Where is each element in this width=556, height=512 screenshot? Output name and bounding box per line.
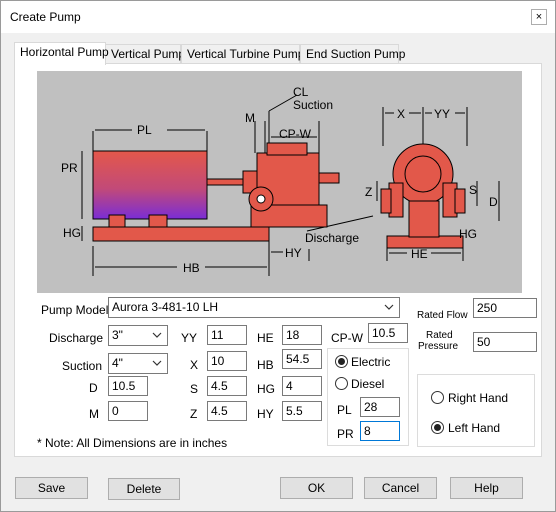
right-hand-radio[interactable] xyxy=(431,391,444,404)
diagram-label-hg-right: HG xyxy=(459,227,477,241)
diagram-label-m: M xyxy=(245,111,255,125)
discharge-label: Discharge xyxy=(49,331,104,345)
cancel-button[interactable]: Cancel xyxy=(364,477,437,499)
chevron-down-icon xyxy=(152,360,162,366)
diagram-label-z: Z xyxy=(365,185,373,199)
he-label: HE xyxy=(257,331,274,345)
diagram-label-hg-left: HG xyxy=(63,226,81,240)
diesel-label: Diesel xyxy=(351,377,385,391)
diagram-label-hy: HY xyxy=(285,246,302,260)
close-button[interactable]: × xyxy=(531,9,547,25)
help-button[interactable]: Help xyxy=(450,477,523,499)
rated-pressure-label-2: Pressure xyxy=(418,341,459,352)
d-label: D xyxy=(89,381,98,395)
pr-input[interactable]: 8 xyxy=(360,421,400,441)
dimensions-note: * Note: All Dimensions are in inches xyxy=(37,436,228,450)
pl-label: PL xyxy=(337,403,352,417)
x-label: X xyxy=(190,358,199,372)
tab-vertical-turbine-pump[interactable]: Vertical Turbine Pump xyxy=(181,44,304,64)
hand-group xyxy=(417,374,535,447)
rated-flow-input[interactable]: 250 xyxy=(473,298,537,318)
delete-button[interactable]: Delete xyxy=(108,478,180,500)
x-input[interactable]: 10 xyxy=(207,351,247,371)
save-button[interactable]: Save xyxy=(15,477,88,499)
yy-input[interactable]: 11 xyxy=(207,325,247,345)
pl-input[interactable]: 28 xyxy=(360,397,400,417)
window-title: Create Pump xyxy=(10,10,81,24)
diagram-label-d: D xyxy=(489,195,498,209)
pump-model-value: Aurora 3-481-10 LH xyxy=(112,300,219,314)
rated-flow-label: Rated Flow xyxy=(417,310,468,321)
create-pump-dialog: Create Pump × Horizontal Pump Vertical P… xyxy=(0,0,556,512)
discharge-select[interactable]: 3" xyxy=(108,325,168,346)
pr-label: PR xyxy=(337,427,354,441)
tab-end-suction-pump[interactable]: End Suction Pump xyxy=(300,44,405,64)
rated-pressure-label-1: Rated xyxy=(426,330,453,341)
diagram-label-yy: YY xyxy=(434,107,451,121)
diagram-label-cl: CL xyxy=(293,85,309,99)
diagram-label-pr: PR xyxy=(61,161,78,175)
tab-horizontal-pump[interactable]: Horizontal Pump xyxy=(14,42,109,65)
diagram-label-cpw: CP-W xyxy=(279,127,311,141)
left-hand-radio[interactable] xyxy=(431,421,444,434)
z-label: Z xyxy=(190,407,198,421)
chevron-down-icon xyxy=(152,332,162,338)
hy-input[interactable]: 5.5 xyxy=(282,401,322,421)
diesel-radio[interactable] xyxy=(335,377,348,390)
suction-label: Suction xyxy=(62,359,103,373)
z-input[interactable]: 4.5 xyxy=(207,401,247,421)
horizontal-pump-diagram: PL PR HG HB M CL Suction CP-W HY X YY Z … xyxy=(37,71,522,293)
suction-select[interactable]: 4" xyxy=(108,353,168,374)
title-bar: Create Pump × xyxy=(1,1,555,33)
hg-input[interactable]: 4 xyxy=(282,376,322,396)
electric-label: Electric xyxy=(351,355,391,369)
pump-model-label: Pump Model xyxy=(41,303,109,317)
yy-label: YY xyxy=(181,331,198,345)
diagram-label-suction: Suction xyxy=(293,98,334,112)
s-input[interactable]: 4.5 xyxy=(207,376,247,396)
tab-vertical-pump[interactable]: Vertical Pump xyxy=(105,44,185,64)
discharge-value: 3" xyxy=(112,328,123,342)
hb-input[interactable]: 54.5 xyxy=(282,349,322,369)
hb-label: HB xyxy=(257,358,274,372)
diagram-label-he: HE xyxy=(411,247,428,261)
right-hand-label: Right Hand xyxy=(448,391,509,405)
chevron-down-icon xyxy=(384,304,394,310)
diagram-label-pl: PL xyxy=(137,123,152,137)
pump-drawing xyxy=(81,94,500,276)
suction-value: 4" xyxy=(112,356,123,370)
pump-model-select[interactable]: Aurora 3-481-10 LH xyxy=(108,297,400,318)
d-input[interactable]: 10.5 xyxy=(108,376,148,396)
electric-radio[interactable] xyxy=(335,355,348,368)
left-hand-label: Left Hand xyxy=(448,421,501,435)
he-input[interactable]: 18 xyxy=(282,325,322,345)
s-label: S xyxy=(190,382,199,396)
diagram-label-x: X xyxy=(397,107,406,121)
hy-label: HY xyxy=(257,407,274,421)
m-label: M xyxy=(89,407,99,421)
rated-pressure-input[interactable]: 50 xyxy=(473,332,537,352)
cpw-label: CP-W xyxy=(331,331,363,345)
m-input[interactable]: 0 xyxy=(108,401,148,421)
diagram-label-hb: HB xyxy=(183,261,200,275)
diagram-label-discharge: Discharge xyxy=(305,231,360,245)
diagram-label-s: S xyxy=(469,183,478,197)
ok-button[interactable]: OK xyxy=(280,477,353,499)
cpw-input[interactable]: 10.5 xyxy=(368,323,408,343)
hg-label: HG xyxy=(257,382,275,396)
